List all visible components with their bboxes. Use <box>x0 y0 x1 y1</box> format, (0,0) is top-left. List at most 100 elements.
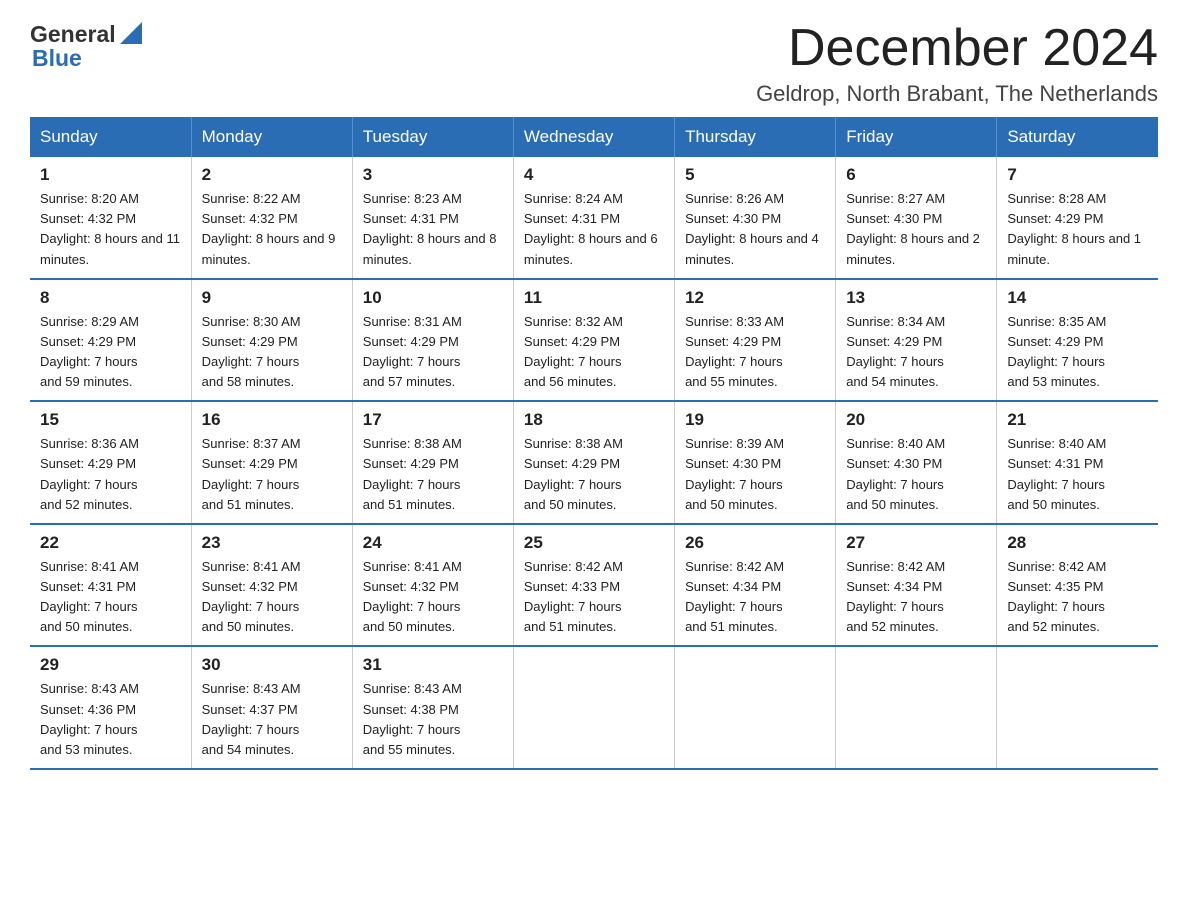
calendar-cell: 22 Sunrise: 8:41 AM Sunset: 4:31 PM Dayl… <box>30 524 191 647</box>
day-info: Sunrise: 8:22 AM Sunset: 4:32 PM Dayligh… <box>202 189 342 270</box>
calendar-cell <box>836 646 997 769</box>
logo-general-text: General <box>30 21 116 48</box>
calendar-cell: 12 Sunrise: 8:33 AM Sunset: 4:29 PM Dayl… <box>675 279 836 402</box>
calendar-cell: 20 Sunrise: 8:40 AM Sunset: 4:30 PM Dayl… <box>836 401 997 524</box>
day-info: Sunrise: 8:26 AM Sunset: 4:30 PM Dayligh… <box>685 189 825 270</box>
day-info: Sunrise: 8:39 AM Sunset: 4:30 PM Dayligh… <box>685 434 825 515</box>
calendar-cell: 31 Sunrise: 8:43 AM Sunset: 4:38 PM Dayl… <box>352 646 513 769</box>
day-number: 18 <box>524 410 664 430</box>
day-number: 16 <box>202 410 342 430</box>
day-number: 12 <box>685 288 825 308</box>
calendar-cell: 3 Sunrise: 8:23 AM Sunset: 4:31 PM Dayli… <box>352 157 513 279</box>
header-sunday: Sunday <box>30 117 191 157</box>
day-number: 6 <box>846 165 986 185</box>
day-number: 14 <box>1007 288 1148 308</box>
day-number: 17 <box>363 410 503 430</box>
day-info: Sunrise: 8:37 AM Sunset: 4:29 PM Dayligh… <box>202 434 342 515</box>
logo: General Blue <box>30 20 142 72</box>
day-info: Sunrise: 8:38 AM Sunset: 4:29 PM Dayligh… <box>524 434 664 515</box>
calendar-cell: 25 Sunrise: 8:42 AM Sunset: 4:33 PM Dayl… <box>513 524 674 647</box>
page-header: General Blue December 2024 Geldrop, Nort… <box>30 20 1158 107</box>
calendar-cell: 30 Sunrise: 8:43 AM Sunset: 4:37 PM Dayl… <box>191 646 352 769</box>
header-monday: Monday <box>191 117 352 157</box>
calendar-table: Sunday Monday Tuesday Wednesday Thursday… <box>30 117 1158 770</box>
calendar-cell: 16 Sunrise: 8:37 AM Sunset: 4:29 PM Dayl… <box>191 401 352 524</box>
calendar-cell: 4 Sunrise: 8:24 AM Sunset: 4:31 PM Dayli… <box>513 157 674 279</box>
header-friday: Friday <box>836 117 997 157</box>
day-number: 30 <box>202 655 342 675</box>
calendar-cell: 21 Sunrise: 8:40 AM Sunset: 4:31 PM Dayl… <box>997 401 1158 524</box>
day-number: 5 <box>685 165 825 185</box>
calendar-cell <box>997 646 1158 769</box>
day-info: Sunrise: 8:30 AM Sunset: 4:29 PM Dayligh… <box>202 312 342 393</box>
day-number: 4 <box>524 165 664 185</box>
calendar-cell: 9 Sunrise: 8:30 AM Sunset: 4:29 PM Dayli… <box>191 279 352 402</box>
day-info: Sunrise: 8:20 AM Sunset: 4:32 PM Dayligh… <box>40 189 181 270</box>
calendar-cell: 1 Sunrise: 8:20 AM Sunset: 4:32 PM Dayli… <box>30 157 191 279</box>
day-info: Sunrise: 8:34 AM Sunset: 4:29 PM Dayligh… <box>846 312 986 393</box>
day-info: Sunrise: 8:43 AM Sunset: 4:38 PM Dayligh… <box>363 679 503 760</box>
day-info: Sunrise: 8:43 AM Sunset: 4:36 PM Dayligh… <box>40 679 181 760</box>
day-number: 13 <box>846 288 986 308</box>
day-info: Sunrise: 8:41 AM Sunset: 4:32 PM Dayligh… <box>363 557 503 638</box>
day-number: 28 <box>1007 533 1148 553</box>
day-info: Sunrise: 8:33 AM Sunset: 4:29 PM Dayligh… <box>685 312 825 393</box>
day-info: Sunrise: 8:32 AM Sunset: 4:29 PM Dayligh… <box>524 312 664 393</box>
day-number: 22 <box>40 533 181 553</box>
calendar-cell: 2 Sunrise: 8:22 AM Sunset: 4:32 PM Dayli… <box>191 157 352 279</box>
logo-triangle-icon <box>120 22 142 44</box>
day-info: Sunrise: 8:24 AM Sunset: 4:31 PM Dayligh… <box>524 189 664 270</box>
calendar-cell: 26 Sunrise: 8:42 AM Sunset: 4:34 PM Dayl… <box>675 524 836 647</box>
day-number: 21 <box>1007 410 1148 430</box>
header-thursday: Thursday <box>675 117 836 157</box>
calendar-cell: 5 Sunrise: 8:26 AM Sunset: 4:30 PM Dayli… <box>675 157 836 279</box>
calendar-week-row: 29 Sunrise: 8:43 AM Sunset: 4:36 PM Dayl… <box>30 646 1158 769</box>
day-number: 11 <box>524 288 664 308</box>
calendar-week-row: 1 Sunrise: 8:20 AM Sunset: 4:32 PM Dayli… <box>30 157 1158 279</box>
calendar-cell: 23 Sunrise: 8:41 AM Sunset: 4:32 PM Dayl… <box>191 524 352 647</box>
calendar-cell: 10 Sunrise: 8:31 AM Sunset: 4:29 PM Dayl… <box>352 279 513 402</box>
day-number: 15 <box>40 410 181 430</box>
logo-blue-text: Blue <box>32 45 82 72</box>
calendar-cell: 11 Sunrise: 8:32 AM Sunset: 4:29 PM Dayl… <box>513 279 674 402</box>
header-tuesday: Tuesday <box>352 117 513 157</box>
day-number: 10 <box>363 288 503 308</box>
title-area: December 2024 Geldrop, North Brabant, Th… <box>756 20 1158 107</box>
day-info: Sunrise: 8:42 AM Sunset: 4:34 PM Dayligh… <box>685 557 825 638</box>
header-wednesday: Wednesday <box>513 117 674 157</box>
day-info: Sunrise: 8:40 AM Sunset: 4:31 PM Dayligh… <box>1007 434 1148 515</box>
day-number: 24 <box>363 533 503 553</box>
calendar-week-row: 22 Sunrise: 8:41 AM Sunset: 4:31 PM Dayl… <box>30 524 1158 647</box>
day-number: 2 <box>202 165 342 185</box>
day-number: 7 <box>1007 165 1148 185</box>
month-title: December 2024 <box>756 20 1158 77</box>
day-number: 20 <box>846 410 986 430</box>
calendar-week-row: 8 Sunrise: 8:29 AM Sunset: 4:29 PM Dayli… <box>30 279 1158 402</box>
day-info: Sunrise: 8:42 AM Sunset: 4:34 PM Dayligh… <box>846 557 986 638</box>
day-number: 1 <box>40 165 181 185</box>
calendar-cell: 17 Sunrise: 8:38 AM Sunset: 4:29 PM Dayl… <box>352 401 513 524</box>
day-number: 3 <box>363 165 503 185</box>
calendar-cell: 8 Sunrise: 8:29 AM Sunset: 4:29 PM Dayli… <box>30 279 191 402</box>
day-info: Sunrise: 8:27 AM Sunset: 4:30 PM Dayligh… <box>846 189 986 270</box>
calendar-cell: 19 Sunrise: 8:39 AM Sunset: 4:30 PM Dayl… <box>675 401 836 524</box>
calendar-cell: 6 Sunrise: 8:27 AM Sunset: 4:30 PM Dayli… <box>836 157 997 279</box>
calendar-cell: 27 Sunrise: 8:42 AM Sunset: 4:34 PM Dayl… <box>836 524 997 647</box>
calendar-cell: 28 Sunrise: 8:42 AM Sunset: 4:35 PM Dayl… <box>997 524 1158 647</box>
day-info: Sunrise: 8:29 AM Sunset: 4:29 PM Dayligh… <box>40 312 181 393</box>
day-info: Sunrise: 8:40 AM Sunset: 4:30 PM Dayligh… <box>846 434 986 515</box>
day-info: Sunrise: 8:36 AM Sunset: 4:29 PM Dayligh… <box>40 434 181 515</box>
calendar-cell <box>675 646 836 769</box>
day-number: 27 <box>846 533 986 553</box>
day-info: Sunrise: 8:35 AM Sunset: 4:29 PM Dayligh… <box>1007 312 1148 393</box>
day-info: Sunrise: 8:31 AM Sunset: 4:29 PM Dayligh… <box>363 312 503 393</box>
calendar-cell: 29 Sunrise: 8:43 AM Sunset: 4:36 PM Dayl… <box>30 646 191 769</box>
calendar-week-row: 15 Sunrise: 8:36 AM Sunset: 4:29 PM Dayl… <box>30 401 1158 524</box>
day-info: Sunrise: 8:42 AM Sunset: 4:35 PM Dayligh… <box>1007 557 1148 638</box>
day-number: 25 <box>524 533 664 553</box>
day-info: Sunrise: 8:43 AM Sunset: 4:37 PM Dayligh… <box>202 679 342 760</box>
day-number: 26 <box>685 533 825 553</box>
day-number: 9 <box>202 288 342 308</box>
location-subtitle: Geldrop, North Brabant, The Netherlands <box>756 81 1158 107</box>
weekday-header-row: Sunday Monday Tuesday Wednesday Thursday… <box>30 117 1158 157</box>
